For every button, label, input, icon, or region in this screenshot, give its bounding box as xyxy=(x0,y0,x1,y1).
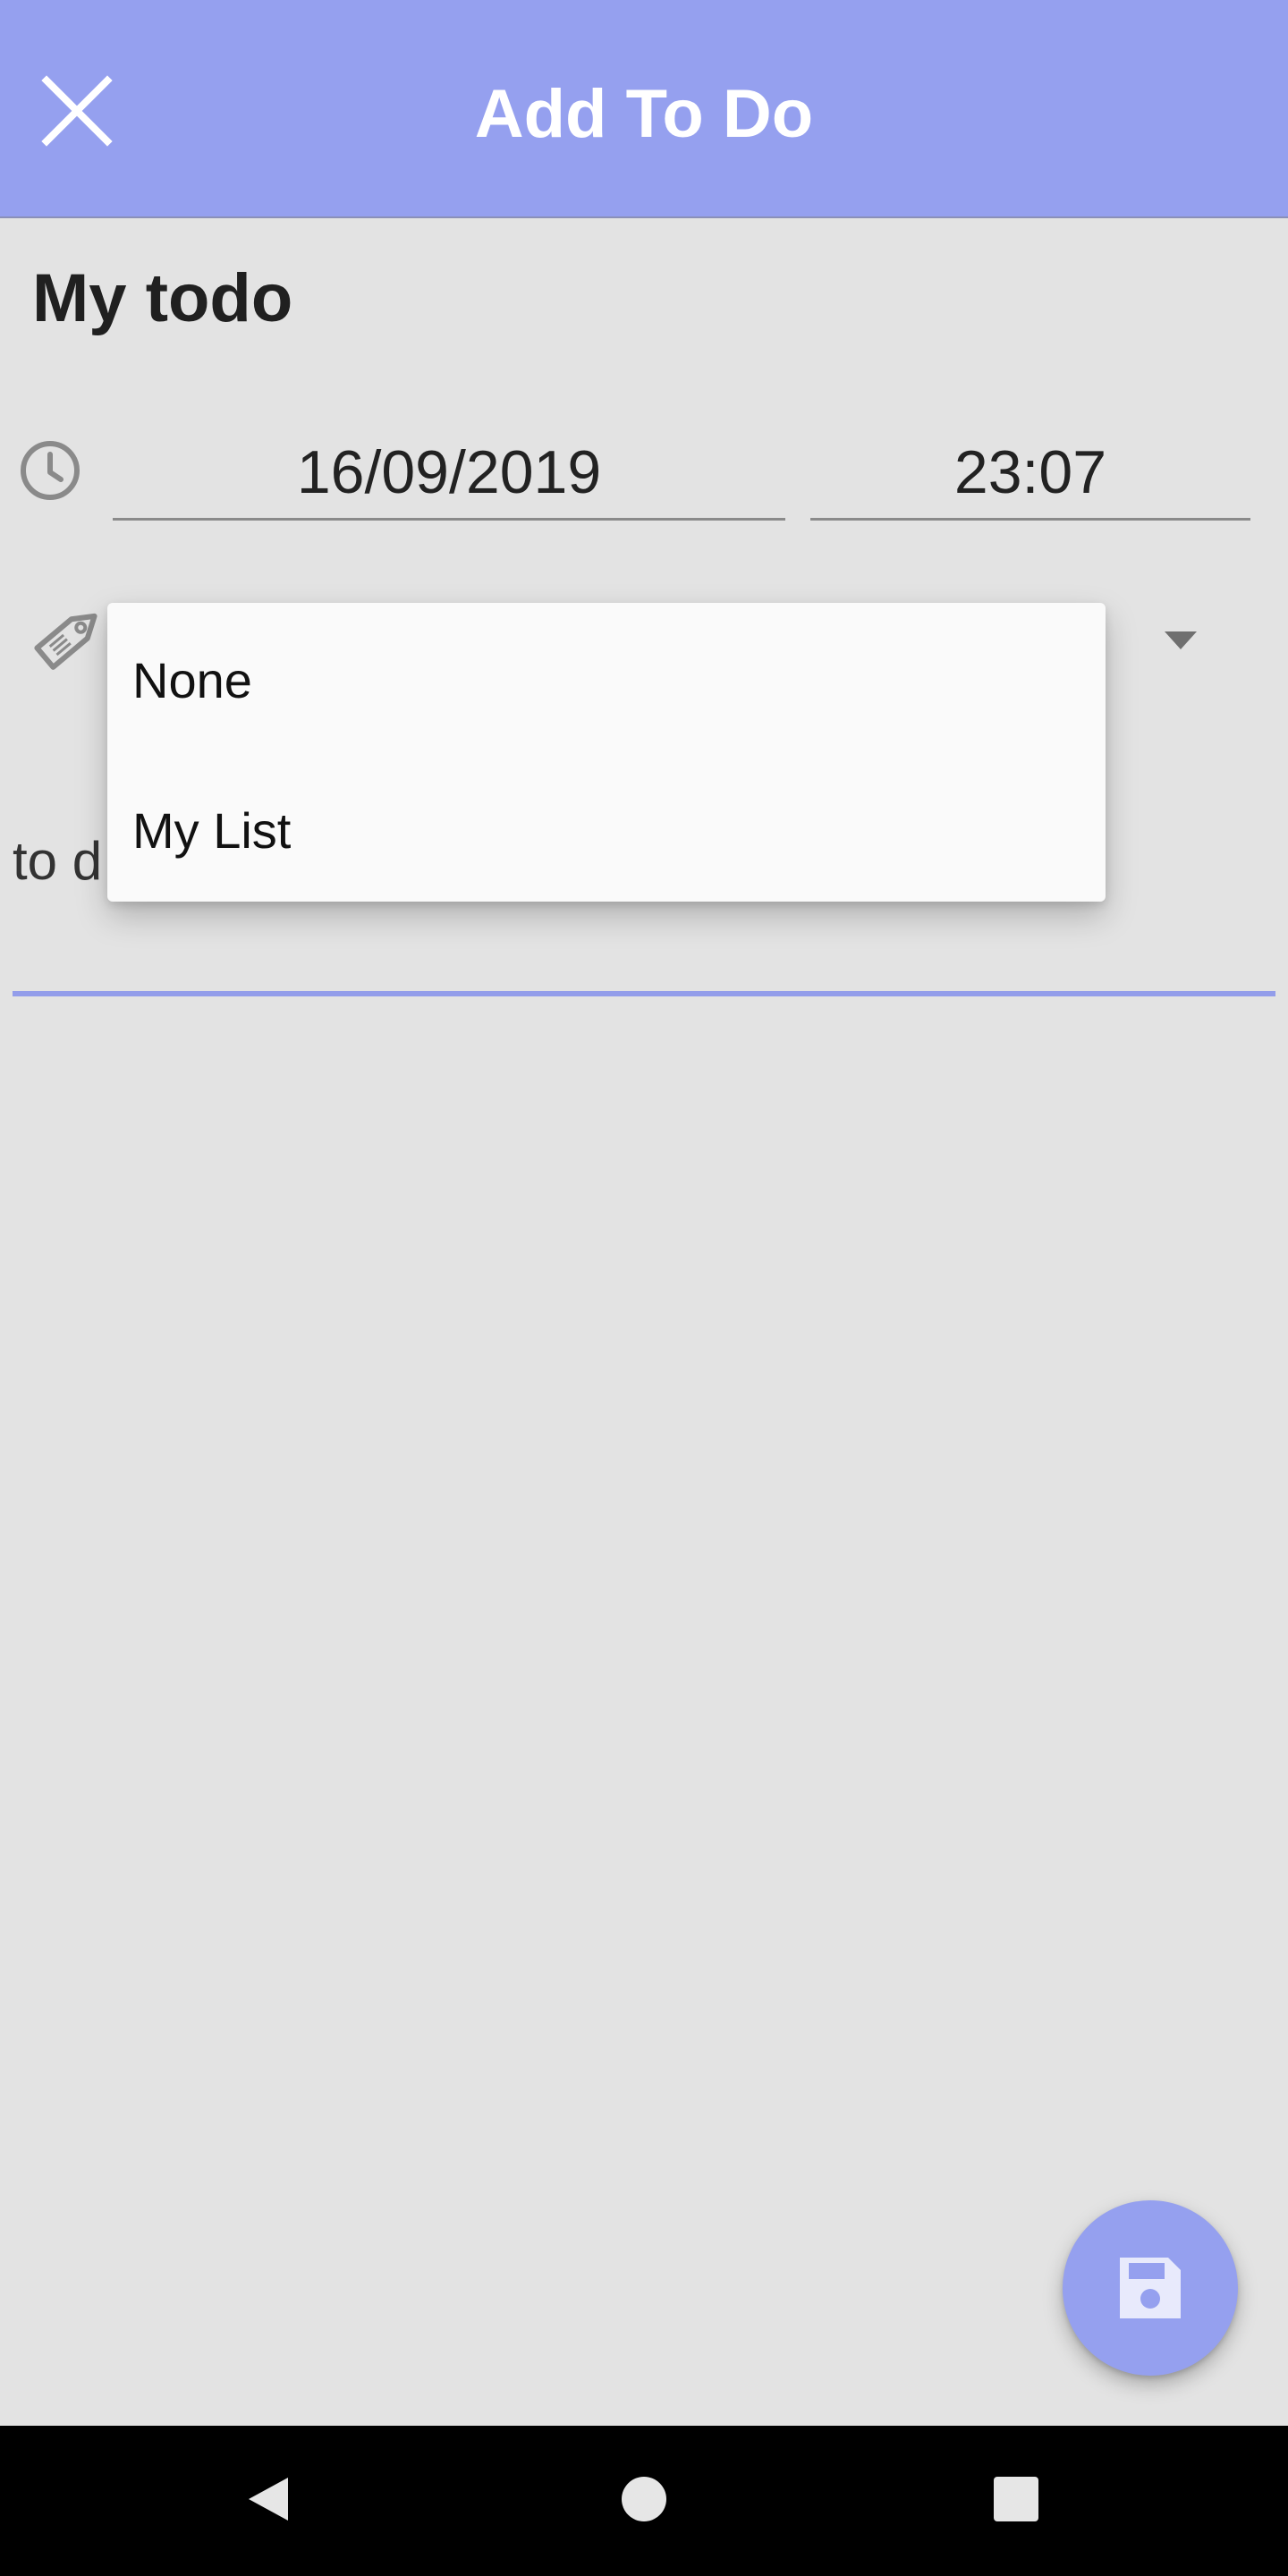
home-button[interactable] xyxy=(606,2462,682,2537)
top-app-bar: Add To Do xyxy=(0,0,1288,218)
page-title: Add To Do xyxy=(474,76,814,152)
dropdown-arrow-icon[interactable] xyxy=(1161,626,1200,653)
save-icon xyxy=(1120,2258,1181,2318)
back-button[interactable] xyxy=(231,2462,306,2537)
date-field[interactable]: 16/09/2019 xyxy=(113,429,785,521)
app-root: Add To Do My todo 16/09/2019 23:07 to d … xyxy=(0,0,1288,2576)
menu-item-none[interactable]: None xyxy=(132,651,252,709)
todo-title-field[interactable]: My todo xyxy=(32,259,292,337)
back-icon xyxy=(249,2478,288,2521)
recents-icon xyxy=(994,2477,1038,2521)
description-input[interactable]: to d xyxy=(13,830,102,892)
tag-icon xyxy=(34,613,97,670)
home-icon xyxy=(622,2477,666,2521)
menu-item-my-list[interactable]: My List xyxy=(132,801,291,860)
clock-icon xyxy=(21,441,80,500)
category-dropdown-menu: None My List xyxy=(107,603,1106,902)
time-field[interactable]: 23:07 xyxy=(810,429,1250,521)
save-button[interactable] xyxy=(1063,2200,1238,2376)
system-navigation-bar xyxy=(0,2426,1288,2576)
description-underline xyxy=(13,991,1275,996)
recents-button[interactable] xyxy=(979,2462,1054,2537)
